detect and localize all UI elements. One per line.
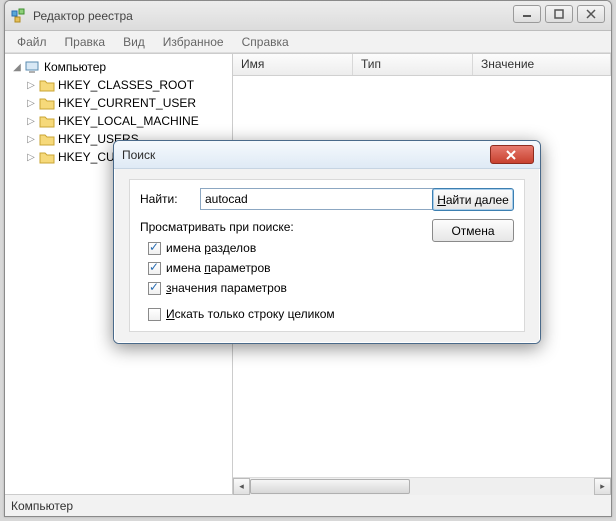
chk-values[interactable] (148, 262, 161, 275)
collapse-icon[interactable]: ◢ (11, 61, 23, 73)
folder-icon (39, 113, 55, 129)
col-value[interactable]: Значение (473, 54, 611, 75)
chk-data[interactable] (148, 282, 161, 295)
menu-edit[interactable]: Правка (57, 33, 114, 51)
scroll-thumb[interactable] (250, 479, 410, 494)
dialog-titlebar[interactable]: Поиск (114, 141, 540, 169)
menu-file[interactable]: Файл (9, 33, 55, 51)
close-icon (506, 150, 518, 160)
minimize-button[interactable] (513, 5, 541, 23)
expand-icon[interactable]: ▷ (25, 133, 37, 145)
chk-keys-label: имена разделов (166, 241, 256, 255)
find-dialog[interactable]: Поиск Найти: Просматривать при поиске: и… (113, 140, 541, 344)
close-button[interactable] (577, 5, 605, 23)
tree-item[interactable]: ▷ HKEY_LOCAL_MACHINE (7, 112, 230, 130)
scroll-track[interactable] (250, 478, 594, 495)
col-type[interactable]: Тип (353, 54, 473, 75)
folder-icon (39, 95, 55, 111)
regedit-icon (11, 8, 27, 24)
computer-icon (25, 59, 41, 75)
expand-icon[interactable]: ▷ (25, 79, 37, 91)
maximize-button[interactable] (545, 5, 573, 23)
menu-favorites[interactable]: Избранное (155, 33, 232, 51)
chk-data-label: значения параметров (166, 281, 287, 295)
tree-item[interactable]: ▷ HKEY_CLASSES_ROOT (7, 76, 230, 94)
list-header: Имя Тип Значение (233, 54, 611, 76)
expand-icon[interactable]: ▷ (25, 151, 37, 163)
window-controls (513, 5, 605, 23)
chk-keys[interactable] (148, 242, 161, 255)
folder-icon (39, 131, 55, 147)
menubar: Файл Правка Вид Избранное Справка (5, 31, 611, 53)
expand-icon[interactable]: ▷ (25, 115, 37, 127)
dialog-inner: Найти: Просматривать при поиске: имена р… (129, 179, 525, 332)
scroll-right-button[interactable]: ▸ (594, 478, 611, 495)
folder-icon (39, 77, 55, 93)
expand-icon[interactable]: ▷ (25, 97, 37, 109)
scroll-left-button[interactable]: ◂ (233, 478, 250, 495)
menu-view[interactable]: Вид (115, 33, 153, 51)
chk-values-label: имена параметров (166, 261, 271, 275)
tree-item[interactable]: ▷ HKEY_CURRENT_USER (7, 94, 230, 112)
look-at-group: Просматривать при поиске: имена разделов… (140, 220, 430, 298)
col-name[interactable]: Имя (233, 54, 353, 75)
tree-root[interactable]: ◢ Компьютер (7, 58, 230, 76)
dialog-title: Поиск (122, 148, 155, 162)
tree-item-label: HKEY_CURRENT_USER (58, 96, 196, 110)
chk-whole-string[interactable] (148, 308, 161, 321)
cancel-button[interactable]: Отмена (432, 219, 514, 242)
statusbar: Компьютер (5, 494, 611, 516)
find-next-button[interactable]: Найти далее (432, 188, 514, 211)
titlebar[interactable]: Редактор реестра (5, 1, 611, 31)
horizontal-scrollbar[interactable]: ◂ ▸ (233, 477, 611, 494)
menu-help[interactable]: Справка (234, 33, 297, 51)
chk-whole-string-label: Искать только строку целиком (166, 307, 335, 321)
statusbar-text: Компьютер (11, 499, 73, 513)
tree-item-label: HKEY_CLASSES_ROOT (58, 78, 194, 92)
look-at-label: Просматривать при поиске: (140, 220, 430, 234)
folder-icon (39, 149, 55, 165)
tree-item-label: HKEY_LOCAL_MACHINE (58, 114, 199, 128)
dialog-body: Найти: Просматривать при поиске: имена р… (114, 169, 540, 343)
window-title: Редактор реестра (33, 9, 133, 23)
find-label: Найти: (140, 192, 200, 206)
dialog-close-button[interactable] (490, 145, 534, 164)
tree-root-label: Компьютер (44, 60, 106, 74)
